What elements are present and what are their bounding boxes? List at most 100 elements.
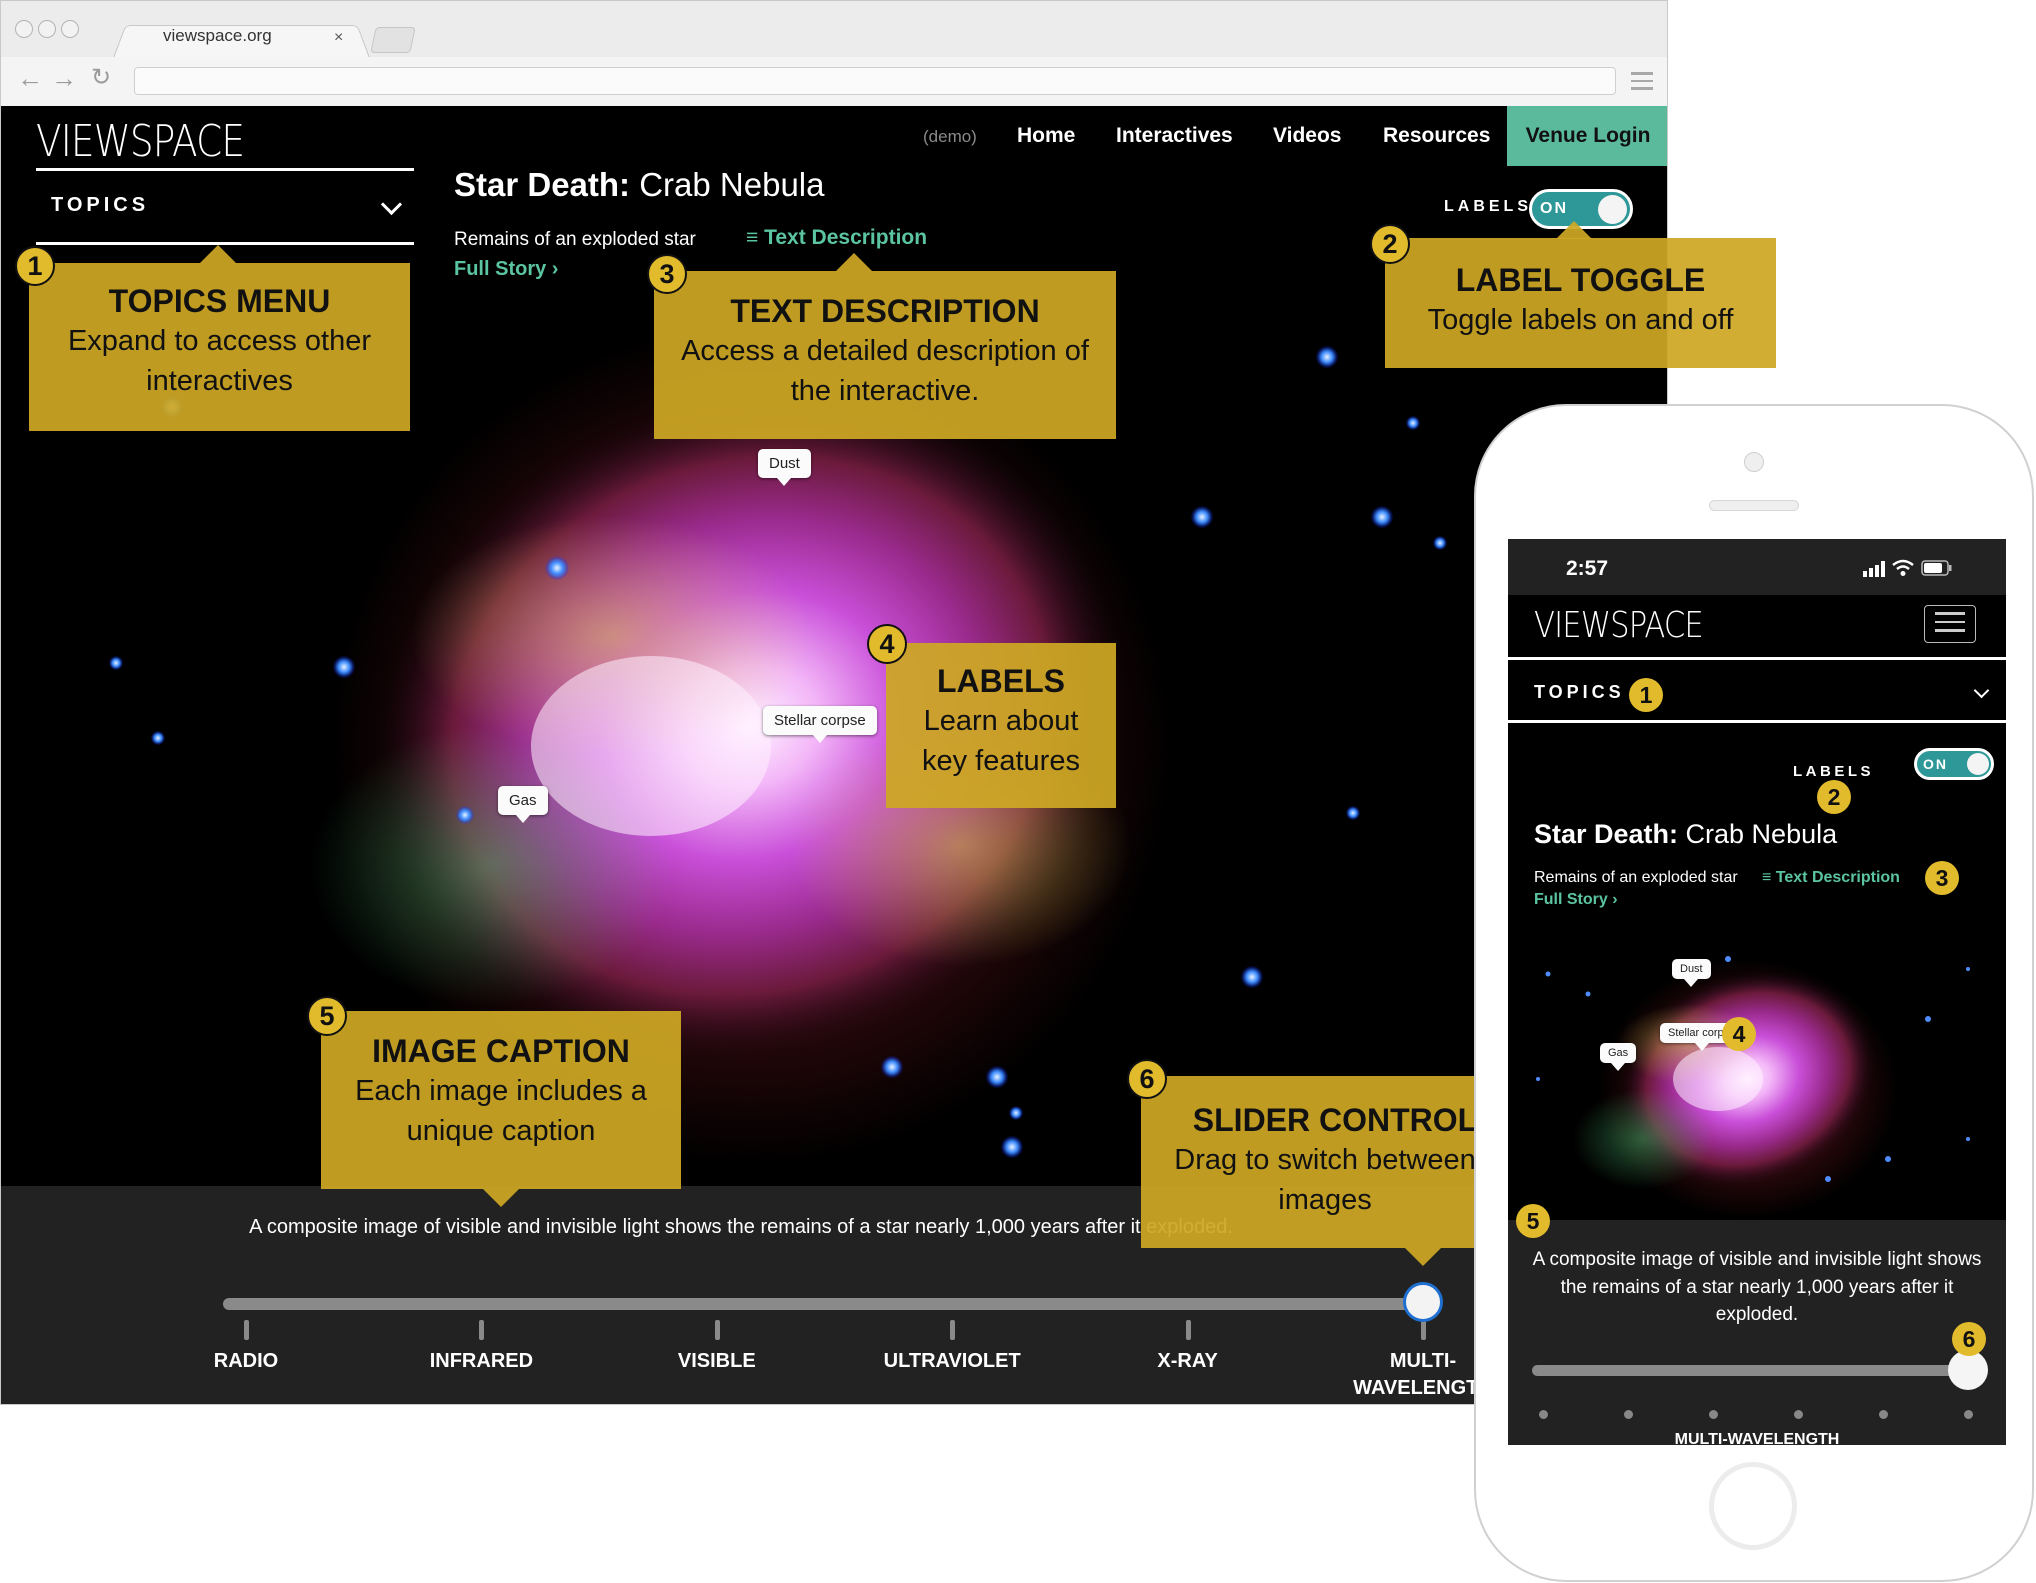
callout-topics-menu: TOPICS MENU Expand to access other inter… bbox=[29, 263, 410, 431]
text-description-label: Text Description bbox=[764, 226, 928, 249]
window-maximize-dot[interactable] bbox=[61, 20, 79, 38]
callout-badge-1: 1 bbox=[1629, 678, 1663, 712]
star bbox=[1406, 416, 1420, 430]
image-label-stellar-corpse[interactable]: Stellar corpse bbox=[763, 706, 877, 743]
callout-badge-1: 1 bbox=[15, 246, 55, 286]
phone-screen: 2:57 VIEWSPACE TOPICS LABELS ON Star Dea… bbox=[1508, 539, 2006, 1445]
callout-badge-6: 6 bbox=[1127, 1059, 1167, 1099]
forward-arrow-icon[interactable]: → bbox=[51, 63, 77, 94]
chevron-down-icon[interactable] bbox=[380, 193, 403, 216]
window-close-dot[interactable] bbox=[15, 20, 33, 38]
star bbox=[1346, 806, 1360, 820]
nav-videos[interactable]: Videos bbox=[1273, 124, 1341, 148]
star bbox=[1009, 1106, 1023, 1120]
star bbox=[333, 656, 355, 678]
image-caption: A composite image of visible and invisib… bbox=[1532, 1249, 1982, 1326]
slider-stop-label[interactable]: RADIO bbox=[136, 1348, 356, 1375]
venue-login-button[interactable]: Venue Login bbox=[1507, 106, 1667, 166]
image-label-dust[interactable]: Dust bbox=[758, 449, 811, 486]
browser-toolbar: ← → ↻ bbox=[1, 57, 1667, 107]
slider-stop-label[interactable]: VISIBLE bbox=[607, 1348, 827, 1375]
wavelength-slider-track[interactable] bbox=[223, 1298, 1428, 1310]
nav-resources[interactable]: Resources bbox=[1383, 124, 1490, 148]
slider-stop-dot[interactable] bbox=[1964, 1410, 1973, 1419]
callout-title: SLIDER CONTROL bbox=[1192, 1102, 1478, 1138]
callout-pointer bbox=[1556, 221, 1592, 239]
star bbox=[1316, 346, 1338, 368]
nebula-bright-center bbox=[1673, 1047, 1763, 1111]
slider-stop-dot[interactable] bbox=[1709, 1410, 1718, 1419]
callout-badge-6: 6 bbox=[1952, 1322, 1986, 1356]
full-story-link[interactable]: Full Story › bbox=[1534, 891, 1618, 909]
callout-pointer bbox=[836, 253, 872, 271]
earpiece-speaker bbox=[1709, 500, 1799, 511]
nav-interactives[interactable]: Interactives bbox=[1116, 124, 1233, 148]
callout-badge-2: 2 bbox=[1370, 224, 1410, 264]
slider-tick[interactable] bbox=[244, 1320, 249, 1340]
browser-menu-icon[interactable] bbox=[1631, 72, 1653, 90]
callout-text-description: TEXT DESCRIPTION Access a detailed descr… bbox=[654, 271, 1116, 439]
wavelength-slider-track[interactable] bbox=[1532, 1365, 1972, 1376]
signal-icon bbox=[1863, 561, 1885, 577]
window-minimize-dot[interactable] bbox=[38, 20, 56, 38]
slider-tick[interactable] bbox=[479, 1320, 485, 1340]
toggle-state: ON bbox=[1540, 200, 1568, 217]
selected-wavelength-label: MULTI-WAVELENGTH bbox=[1674, 1431, 1840, 1445]
image-label-gas[interactable]: Gas bbox=[1600, 1043, 1637, 1071]
slider-tick[interactable] bbox=[714, 1320, 720, 1340]
slider-stop-dot[interactable] bbox=[1539, 1410, 1548, 1419]
crab-nebula-image bbox=[1508, 939, 2006, 1220]
slider-tick[interactable] bbox=[950, 1320, 956, 1340]
slider-stop-label[interactable]: INFRARED bbox=[371, 1348, 591, 1375]
nebula-bright-center bbox=[531, 656, 771, 836]
tab-close-icon[interactable]: × bbox=[334, 29, 343, 47]
image-label-gas[interactable]: Gas bbox=[498, 786, 548, 823]
image-label-dust[interactable]: Dust bbox=[1672, 959, 1711, 987]
chevron-right-icon: › bbox=[1612, 891, 1618, 908]
reload-icon[interactable]: ↻ bbox=[91, 63, 111, 92]
viewspace-logo[interactable]: VIEWSPACE bbox=[1534, 605, 1704, 646]
title-name: Crab Nebula bbox=[1678, 819, 1838, 849]
callout-labels: LABELS Learn about key features bbox=[886, 643, 1116, 808]
wavelength-slider-thumb[interactable] bbox=[1403, 1282, 1443, 1322]
hamburger-menu-button[interactable] bbox=[1924, 605, 1976, 643]
nav-home[interactable]: Home bbox=[1017, 124, 1075, 148]
topics-menu[interactable]: TOPICS bbox=[1534, 682, 1625, 703]
callout-badge-4: 4 bbox=[867, 624, 907, 664]
star bbox=[545, 556, 569, 580]
callout-body: Drag to switch between images bbox=[1174, 1144, 1476, 1217]
slider-stop-label[interactable]: X-RAY bbox=[1078, 1348, 1298, 1375]
toggle-knob[interactable] bbox=[1967, 753, 1989, 775]
chevron-down-icon[interactable] bbox=[1973, 682, 1990, 699]
new-tab-button[interactable] bbox=[370, 27, 416, 53]
viewspace-logo[interactable]: VIEWSPACE bbox=[36, 116, 245, 167]
interactive-title: Star Death: Crab Nebula bbox=[454, 166, 825, 204]
back-arrow-icon[interactable]: ← bbox=[17, 63, 43, 94]
address-bar[interactable] bbox=[134, 67, 1616, 95]
text-lines-icon: ≡ bbox=[1762, 869, 1776, 886]
wavelength-slider-thumb[interactable] bbox=[1948, 1350, 1988, 1390]
toggle-knob[interactable] bbox=[1598, 195, 1627, 224]
callout-body: Access a detailed description of the int… bbox=[681, 335, 1089, 408]
labels-toggle[interactable]: ON bbox=[1914, 748, 1994, 780]
chevron-right-icon: › bbox=[551, 258, 559, 280]
text-description-link[interactable]: ≡ Text Description bbox=[746, 226, 927, 250]
full-story-label: Full Story bbox=[454, 258, 547, 280]
star bbox=[151, 731, 165, 745]
slider-tick[interactable] bbox=[1185, 1320, 1191, 1340]
slider-stop-label[interactable]: ULTRAVIOLET bbox=[842, 1348, 1062, 1375]
slider-stop-dot[interactable] bbox=[1624, 1410, 1633, 1419]
callout-badge-2: 2 bbox=[1817, 780, 1851, 814]
front-camera bbox=[1744, 452, 1764, 472]
slider-stop-dot[interactable] bbox=[1879, 1410, 1888, 1419]
text-description-link[interactable]: ≡ Text Description bbox=[1762, 869, 1900, 887]
slider-stop-dot[interactable] bbox=[1794, 1410, 1803, 1419]
slider-tick[interactable] bbox=[1421, 1320, 1426, 1340]
callout-badge-4: 4 bbox=[1722, 1017, 1756, 1051]
home-button[interactable] bbox=[1709, 1462, 1797, 1550]
topics-menu[interactable]: TOPICS bbox=[51, 194, 149, 217]
caption-panel: A composite image of visible and invisib… bbox=[1508, 1220, 2006, 1445]
callout-title: TEXT DESCRIPTION bbox=[730, 293, 1040, 329]
full-story-link[interactable]: Full Story › bbox=[454, 258, 558, 281]
callout-image-caption: IMAGE CAPTION Each image includes a uniq… bbox=[321, 1011, 681, 1189]
